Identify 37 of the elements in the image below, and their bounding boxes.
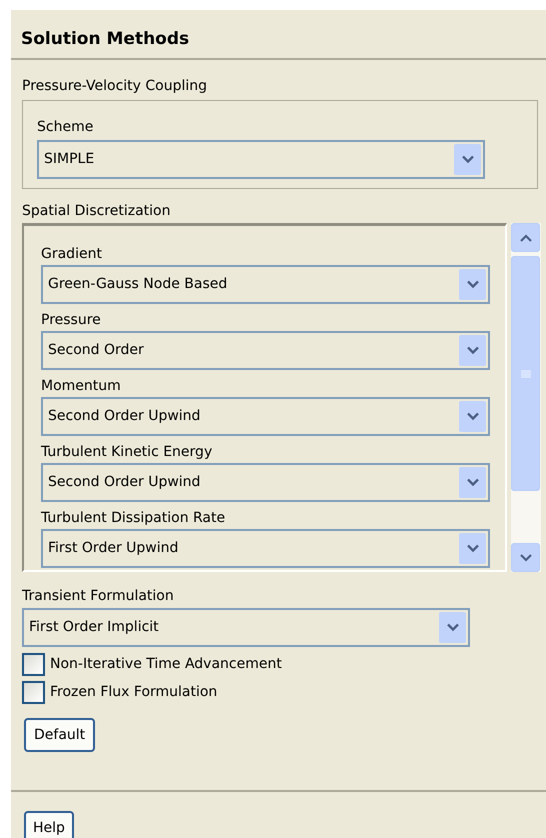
- scroll-down-button[interactable]: [511, 543, 540, 572]
- help-button[interactable]: Help: [24, 811, 74, 838]
- chevron-down-icon: [446, 623, 460, 632]
- field-label: Momentum: [41, 377, 121, 396]
- chevron-down-icon: [460, 155, 474, 164]
- dropdown[interactable]: Second Order Upwind: [41, 397, 490, 436]
- dropdown[interactable]: SIMPLE: [37, 140, 485, 179]
- chevron-down-icon: [466, 412, 480, 421]
- chevron-down-icon: [466, 544, 480, 553]
- scroll-up-button[interactable]: [511, 223, 540, 252]
- chevron-up-icon: [520, 234, 532, 242]
- checkbox[interactable]: [22, 680, 45, 704]
- dropdown[interactable]: Second Order: [41, 331, 490, 370]
- group-label: Pressure-Velocity Coupling: [22, 78, 208, 94]
- chevron-down-icon: [520, 554, 532, 562]
- scroll-thumb[interactable]: [511, 256, 540, 491]
- field-label: Pressure: [41, 311, 101, 330]
- dropdown[interactable]: First Order Upwind: [41, 529, 490, 568]
- grip-icon: [520, 370, 530, 378]
- dropdown[interactable]: First Order Implicit: [22, 608, 470, 647]
- group-label: Spatial Discretization: [22, 203, 170, 219]
- field-label: Transient Formulation: [22, 588, 174, 604]
- field-label: Gradient: [41, 245, 102, 264]
- field-label: Turbulent Kinetic Energy: [41, 443, 212, 462]
- panel-title: Solution Methods: [21, 28, 190, 50]
- chevron-down-icon: [466, 478, 480, 487]
- field-label: Turbulent Dissipation Rate: [41, 509, 226, 528]
- default-button[interactable]: Default: [24, 718, 96, 752]
- dropdown[interactable]: Second Order Upwind: [41, 463, 490, 502]
- checkbox-label: Non-Iterative Time Advancement: [50, 654, 282, 674]
- field-label: Scheme: [37, 119, 94, 135]
- checkbox-label: Frozen Flux Formulation: [50, 682, 218, 702]
- chevron-down-icon: [466, 346, 480, 355]
- chevron-down-icon: [466, 280, 480, 289]
- dropdown[interactable]: Green-Gauss Node Based: [41, 265, 490, 304]
- scrollbar[interactable]: [511, 223, 541, 572]
- checkbox[interactable]: [22, 652, 45, 676]
